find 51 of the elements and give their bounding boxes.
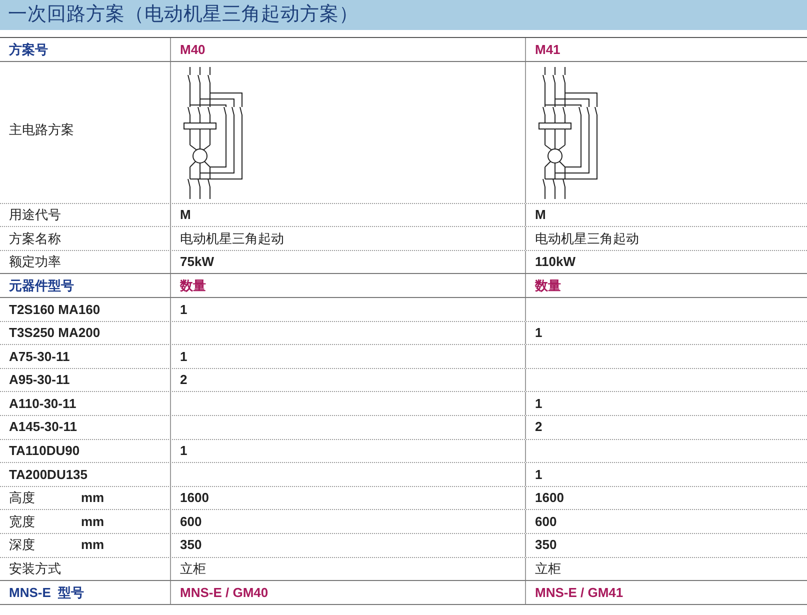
table-cell-text: 电动机星三角起动 xyxy=(180,230,284,248)
table-cell-text: 600 xyxy=(180,512,202,531)
table-cell-text: 1 xyxy=(535,324,542,342)
table-cell-text: 350 xyxy=(180,536,202,554)
table-cell-text: 1 xyxy=(180,348,188,366)
row-label: 额定功率 xyxy=(9,253,61,272)
table-cell-text: 电动机星三角起动 xyxy=(535,230,639,248)
table-cell-text: M41 xyxy=(535,40,560,59)
table-cell-text: 2 xyxy=(535,418,542,436)
row-label: A95-30-11 xyxy=(9,371,70,390)
table-cell-text: 1 xyxy=(180,442,188,460)
table-cell-text: M40 xyxy=(180,40,206,59)
table-cell-text: 75kW xyxy=(180,253,214,272)
row-label: 用途代号 xyxy=(9,206,61,224)
unit-label: mm xyxy=(81,512,104,531)
table-cell-text: 1600 xyxy=(535,489,564,508)
table-cell-text: MNS-E / GM41 xyxy=(535,584,624,602)
row-label: 深度 xyxy=(9,536,35,554)
table-cell-text: 1600 xyxy=(180,489,209,508)
row-label: A110-30-11 xyxy=(9,394,76,413)
table-cell-text: MNS-E / GM40 xyxy=(180,584,268,602)
table-cell-text: 立柜 xyxy=(180,560,206,578)
unit-label: mm xyxy=(81,536,104,554)
row-label: 宽度 xyxy=(9,512,35,531)
row-label: TA200DU135 xyxy=(9,466,88,484)
table-cell-text: 1 xyxy=(535,394,542,413)
row-label: A145-30-11 xyxy=(9,418,77,436)
unit-label: mm xyxy=(81,489,104,508)
table-cell-text: 数量 xyxy=(535,276,561,295)
table-cell-text: M xyxy=(535,206,546,224)
table-cell-text: 数量 xyxy=(180,276,206,295)
row-label: 高度 xyxy=(9,489,35,508)
row-label: MNS-E 型号 xyxy=(9,584,84,602)
table-cell-text: 2 xyxy=(180,371,188,390)
row-label: 方案名称 xyxy=(9,230,61,248)
row-label: A75-30-11 xyxy=(9,348,70,366)
table-cell-text: 立柜 xyxy=(535,560,561,578)
table-cell-text: 600 xyxy=(535,512,557,531)
row-label: 安装方式 xyxy=(9,560,61,578)
row-label: 主电路方案 xyxy=(9,121,74,140)
row-label: T3S250 MA200 xyxy=(9,324,100,342)
table-cell-text: 1 xyxy=(535,466,542,484)
row-label: TA110DU90 xyxy=(9,442,80,460)
table-cell-text: 350 xyxy=(535,536,557,554)
table-cell-text: 110kW xyxy=(535,253,576,272)
section-title: 一次回路方案（电动机星三角起动方案） xyxy=(8,2,359,27)
row-label: 方案号 xyxy=(9,40,48,59)
table-cell-text: 1 xyxy=(180,300,188,319)
row-label: T2S160 MA160 xyxy=(9,300,100,319)
row-label: 元器件型号 xyxy=(9,276,74,295)
table-cell-text: M xyxy=(180,206,191,224)
